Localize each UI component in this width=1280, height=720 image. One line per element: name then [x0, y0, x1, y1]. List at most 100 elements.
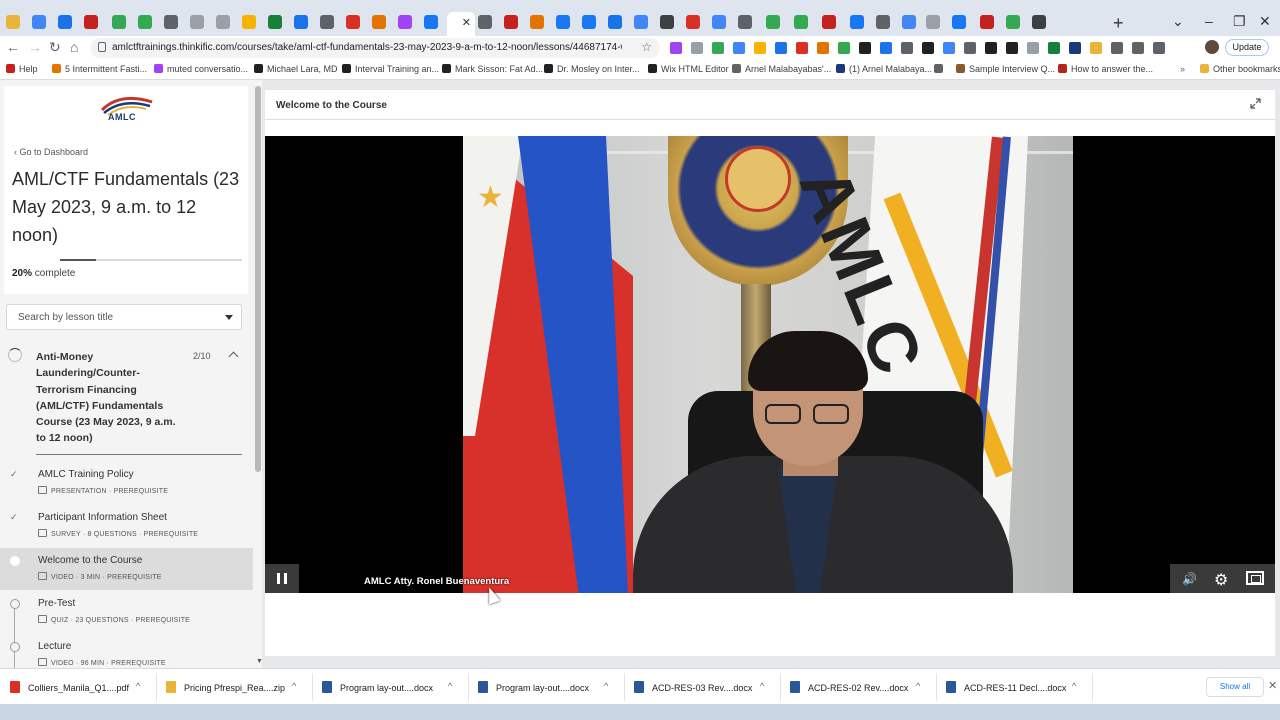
bookmark-item[interactable]: (1) Arnel Malabaya... — [836, 64, 932, 74]
bookmark-item[interactable]: Michael Lara, MD — [254, 64, 338, 74]
tab-favicon-icon[interactable] — [190, 15, 204, 29]
maximize-button[interactable]: ❐ — [1233, 13, 1246, 30]
tab-favicon-icon[interactable] — [926, 15, 940, 29]
back-button[interactable]: ← — [6, 39, 20, 55]
extension-icon[interactable] — [964, 42, 976, 54]
extension-icon[interactable] — [817, 42, 829, 54]
other-bookmarks[interactable]: Other bookmarks — [1200, 64, 1280, 74]
bookmark-item[interactable]: Interval Training an... — [342, 64, 439, 74]
bookmark-item[interactable]: Help — [6, 64, 38, 74]
tab-favicon-icon[interactable] — [794, 15, 808, 29]
tab-favicon-icon[interactable] — [876, 15, 890, 29]
show-all-downloads-button[interactable]: Show all — [1206, 677, 1264, 697]
minimize-button[interactable]: – — [1205, 13, 1213, 29]
extension-icon[interactable] — [754, 42, 766, 54]
extension-icon[interactable] — [1090, 42, 1102, 54]
download-item[interactable]: Program lay-out....docx ^ — [322, 681, 452, 693]
extension-icon[interactable] — [796, 42, 808, 54]
url-text[interactable]: amlctftrainings.thinkific.com/courses/ta… — [112, 42, 622, 53]
close-window-button[interactable]: ✕ — [1259, 13, 1271, 30]
tab-favicon-icon[interactable] — [372, 15, 386, 29]
tab-favicon-icon[interactable] — [1006, 15, 1020, 29]
tab-favicon-icon[interactable] — [1032, 15, 1046, 29]
tab-favicon-icon[interactable] — [32, 15, 46, 29]
bookmark-item[interactable]: muted conversatio... — [154, 64, 248, 74]
tab-favicon-icon[interactable] — [6, 15, 20, 29]
extension-icon[interactable] — [712, 42, 724, 54]
extension-icon[interactable] — [1048, 42, 1060, 54]
tab-favicon-icon[interactable] — [112, 15, 126, 29]
lesson-item[interactable]: Pre-Test QUIZ · 23 QUESTIONS · PREREQUISI… — [0, 591, 253, 633]
tab-favicon-icon[interactable] — [980, 15, 994, 29]
bookmark-item[interactable]: Arnel Malabayabas'... — [732, 64, 831, 74]
extension-icon[interactable] — [691, 42, 703, 54]
extension-icon[interactable] — [1111, 42, 1123, 54]
extension-icon[interactable] — [1027, 42, 1039, 54]
tab-favicon-icon[interactable] — [84, 15, 98, 29]
extension-icon[interactable] — [1153, 42, 1165, 54]
volume-icon[interactable]: 🔊 — [1182, 572, 1197, 586]
play-pause-button[interactable] — [265, 564, 299, 593]
tab-favicon-icon[interactable] — [530, 15, 544, 29]
chevron-up-icon[interactable]: ^ — [760, 681, 764, 691]
close-download-shelf-icon[interactable]: ✕ — [1268, 679, 1277, 692]
tab-favicon-icon[interactable] — [398, 15, 412, 29]
close-tab-icon[interactable]: ✕ — [462, 16, 471, 29]
tab-favicon-icon[interactable] — [164, 15, 178, 29]
tab-favicon-icon[interactable] — [556, 15, 570, 29]
bookmark-item[interactable]: Wix HTML Editor — [648, 64, 729, 74]
active-tab[interactable]: ✕ — [447, 12, 475, 36]
tab-favicon-icon[interactable] — [822, 15, 836, 29]
extension-icon[interactable] — [838, 42, 850, 54]
home-button[interactable]: ⌂ — [70, 39, 78, 55]
lesson-search-select[interactable]: Search by lesson title — [6, 304, 242, 330]
extension-icon[interactable] — [880, 42, 892, 54]
extension-icon[interactable] — [670, 42, 682, 54]
tab-favicon-icon[interactable] — [634, 15, 648, 29]
download-item[interactable]: ACD-RES-03 Rev....docx ^ — [634, 681, 764, 693]
chevron-up-icon[interactable] — [228, 351, 239, 362]
tab-favicon-icon[interactable] — [766, 15, 780, 29]
extension-icon[interactable] — [859, 42, 871, 54]
tab-favicon-icon[interactable] — [738, 15, 752, 29]
extension-icon[interactable] — [733, 42, 745, 54]
tab-favicon-icon[interactable] — [582, 15, 596, 29]
tab-favicon-icon[interactable] — [216, 15, 230, 29]
lesson-item[interactable]: Lecture VIDEO · 96 MIN · PREREQUISITE — [0, 634, 253, 668]
amlc-logo[interactable]: AMLC — [100, 94, 154, 128]
download-item[interactable]: Program lay-out....docx ^ — [478, 681, 608, 693]
address-bar[interactable]: amlctftrainings.thinkific.com/courses/ta… — [90, 38, 660, 58]
profile-avatar[interactable] — [1205, 40, 1219, 54]
extension-icon[interactable] — [985, 42, 997, 54]
reload-button[interactable]: ↻ — [49, 39, 61, 56]
extension-icon[interactable] — [1132, 42, 1144, 54]
extension-icon[interactable] — [901, 42, 913, 54]
tab-favicon-icon[interactable] — [138, 15, 152, 29]
bookmark-item[interactable]: How to answer the... — [1058, 64, 1153, 74]
lesson-item[interactable]: ✓ AMLC Training Policy PRESENTATION · PRER… — [0, 462, 253, 504]
tab-search-icon[interactable]: ⌄ — [1172, 13, 1184, 30]
tab-favicon-icon[interactable] — [424, 15, 438, 29]
go-to-dashboard-link[interactable]: ‹ Go to Dashboard — [14, 147, 88, 157]
bookmark-item[interactable] — [934, 64, 947, 74]
tab-favicon-icon[interactable] — [346, 15, 360, 29]
tab-favicon-icon[interactable] — [58, 15, 72, 29]
tab-favicon-icon[interactable] — [686, 15, 700, 29]
chevron-up-icon[interactable]: ^ — [1072, 681, 1076, 691]
bookmark-item[interactable]: Mark Sisson: Fat Ad... — [442, 64, 543, 74]
extension-icon[interactable] — [1069, 42, 1081, 54]
expand-icon[interactable] — [1250, 98, 1261, 109]
extension-icon[interactable] — [922, 42, 934, 54]
chevron-up-icon[interactable]: ^ — [604, 681, 608, 691]
bookmark-item[interactable]: Dr. Mosley on Inter... — [544, 64, 640, 74]
chevron-up-icon[interactable]: ^ — [292, 681, 296, 691]
gear-icon[interactable]: ⚙ — [1214, 570, 1228, 590]
new-tab-button[interactable]: + — [1113, 13, 1124, 34]
chapter-header[interactable]: Anti-Money Laundering/Counter-Terrorism … — [0, 342, 248, 455]
tab-favicon-icon[interactable] — [608, 15, 622, 29]
download-item[interactable]: ACD-RES-02 Rev....docx ^ — [790, 681, 920, 693]
bookmarks-overflow-icon[interactable]: » — [1180, 64, 1185, 74]
lesson-item[interactable]: Welcome to the Course VIDEO · 3 MIN · PRE… — [0, 548, 253, 590]
tab-favicon-icon[interactable] — [712, 15, 726, 29]
scroll-down-arrow-icon[interactable]: ▼ — [256, 658, 262, 665]
